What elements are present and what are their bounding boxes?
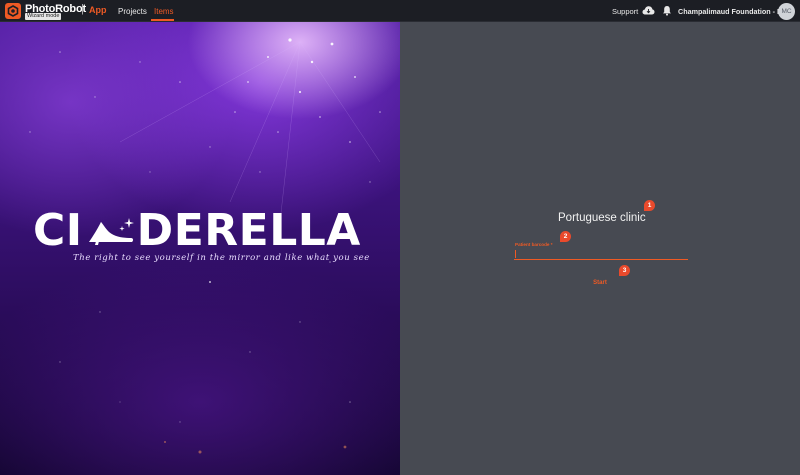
wizard-panel: Portuguese clinic 1 2 Patient barcode * … [400,22,800,475]
step-badge-1: 1 [644,200,655,211]
brand-separator: | [81,3,84,15]
nav-projects[interactable]: Projects [118,7,147,16]
text-caret [515,250,516,258]
hero-title-right: DERELLA [136,205,361,256]
clinic-title: Portuguese clinic [558,212,646,224]
organization-name[interactable]: Champalimaud Foundation - PINK [678,7,794,16]
patient-barcode-input[interactable] [514,248,688,260]
hero-title-left: CI [33,205,83,256]
photorobot-logo-icon[interactable] [5,3,21,19]
hero-tagline: The right to see yourself in the mirror … [73,253,370,263]
step-badge-2: 2 [560,231,571,242]
patient-barcode-label: Patient barcode * [515,242,553,247]
avatar[interactable]: MC [778,3,795,20]
step-badge-3: 3 [619,265,630,276]
nav-items[interactable]: Items [154,7,174,16]
bell-icon[interactable] [662,5,672,16]
hero-title: CI DERELLA [33,205,361,256]
cloud-icon[interactable] [642,5,655,16]
support-link[interactable]: Support [612,7,638,16]
shoe-icon [89,218,134,245]
nav-active-indicator [151,19,174,21]
top-bar: PhotoRobot | App Wizard mode Projects It… [0,0,800,22]
start-button[interactable]: Start [586,277,614,289]
wizard-mode-tag: Wizard mode [25,13,62,20]
app-label[interactable]: App [89,5,107,15]
hero-banner: CI DERELLA The right to see yourself in t… [0,22,400,475]
